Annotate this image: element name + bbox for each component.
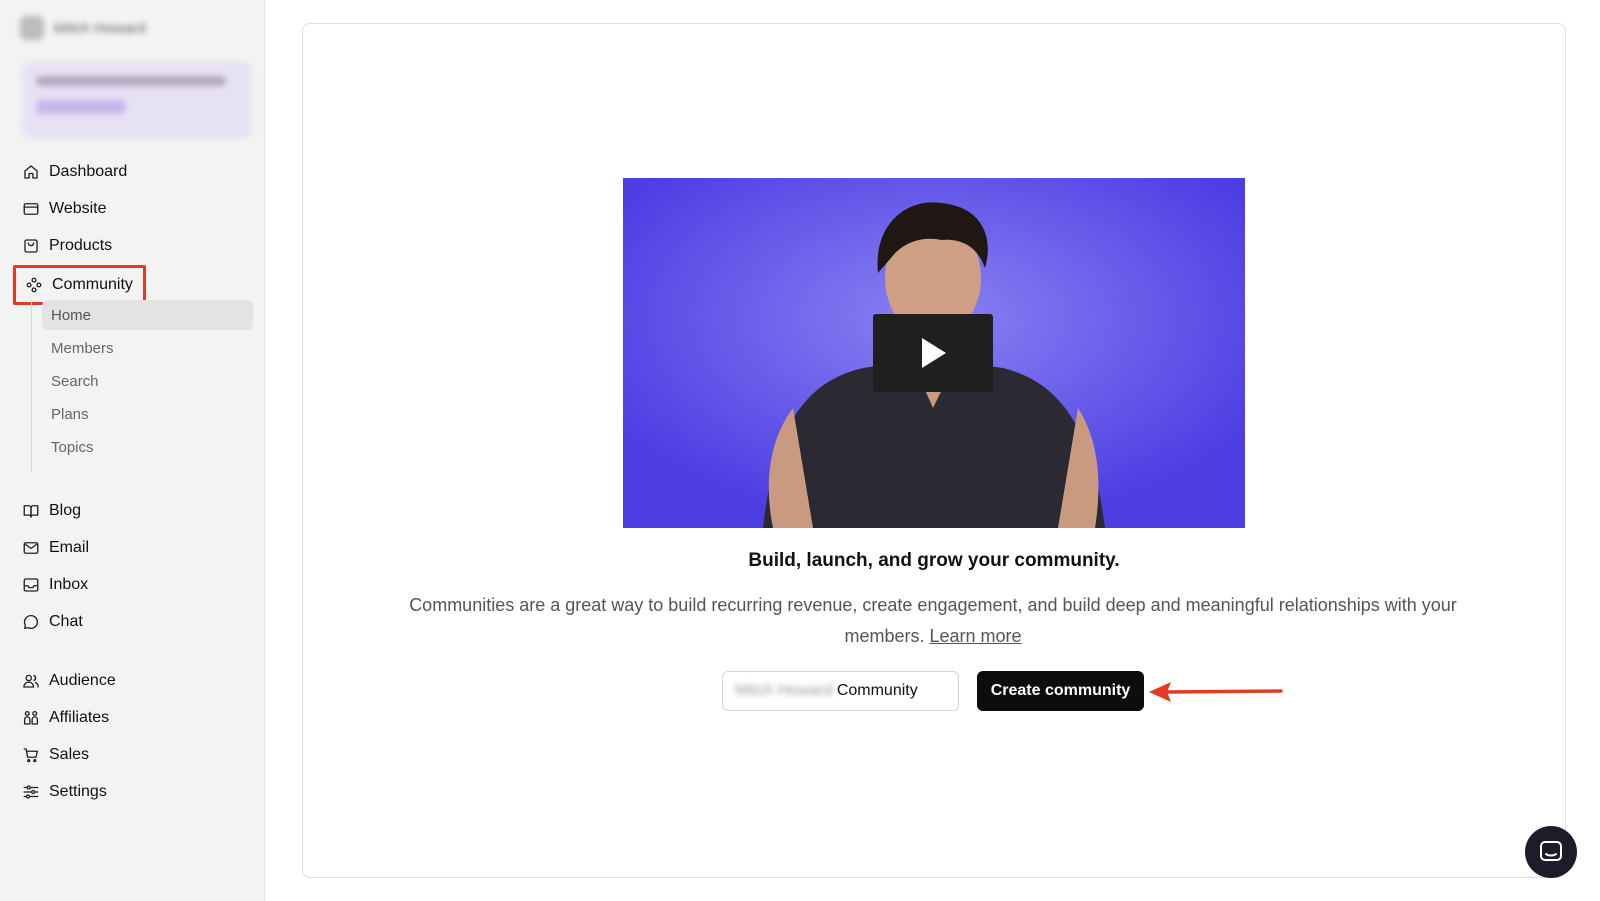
red-arrow-annotation: [1149, 682, 1283, 702]
subnav-item-home[interactable]: Home: [42, 300, 253, 330]
sidebar-item-label: Products: [49, 237, 113, 254]
community-name-prefix: Mitch Howard: [735, 682, 833, 699]
sidebar-item-label: Audience: [49, 672, 116, 689]
community-subnav: Home Members Search Plans Topics: [31, 300, 254, 472]
avatar: [20, 16, 44, 40]
community-icon: [26, 277, 42, 293]
sidebar-item-settings[interactable]: Settings: [22, 777, 107, 807]
sidebar-item-website[interactable]: Website: [22, 194, 107, 224]
sidebar-item-label: Affiliates: [49, 709, 110, 726]
sidebar-item-label: Settings: [49, 783, 107, 800]
support-chat-button[interactable]: [1525, 826, 1577, 878]
account-switcher[interactable]: Mitch Howard: [20, 14, 190, 42]
learn-more-link[interactable]: Learn more: [929, 626, 1021, 646]
sidebar-item-products[interactable]: Products: [22, 231, 112, 261]
sidebar-item-label: Dashboard: [49, 163, 128, 180]
sliders-icon: [23, 785, 39, 799]
sidebar-item-label: Blog: [49, 502, 82, 519]
trial-banner-text: [36, 76, 226, 86]
subnav-item-search[interactable]: Search: [42, 366, 253, 396]
sidebar-item-blog[interactable]: Blog: [22, 496, 81, 526]
page-heading: Build, launch, and grow your community.: [748, 550, 1120, 571]
users-icon: [23, 674, 39, 688]
chat-icon: [23, 614, 39, 630]
website-icon: [23, 203, 39, 215]
account-name: Mitch Howard: [54, 19, 146, 37]
sidebar-item-label: Community: [52, 276, 133, 293]
sidebar-item-label: Chat: [49, 613, 83, 630]
book-icon: [23, 505, 39, 518]
bag-icon: [24, 239, 38, 253]
subnav-item-members[interactable]: Members: [42, 333, 253, 363]
home-icon: [24, 165, 38, 179]
affiliates-icon: [23, 710, 39, 725]
sidebar-item-affiliates[interactable]: Affiliates: [22, 703, 109, 733]
sidebar-item-label: Sales: [49, 746, 90, 763]
create-community-button[interactable]: Create community: [977, 671, 1144, 711]
subnav-item-plans[interactable]: Plans: [42, 399, 253, 429]
sidebar-item-sales[interactable]: Sales: [22, 740, 89, 770]
trial-banner[interactable]: [22, 62, 252, 138]
sidebar-item-chat[interactable]: Chat: [22, 607, 83, 637]
inbox-icon: [23, 578, 39, 592]
community-name-input[interactable]: Mitch Howard Community: [722, 671, 959, 711]
sidebar-item-community[interactable]: Community: [13, 265, 146, 305]
page-description: Communities are a great way to build rec…: [408, 590, 1458, 652]
sidebar: Mitch Howard Dashboard Website Products …: [0, 0, 265, 901]
play-button[interactable]: [873, 314, 993, 392]
sidebar-item-dashboard[interactable]: Dashboard: [22, 157, 127, 187]
sidebar-item-inbox[interactable]: Inbox: [22, 570, 88, 600]
sidebar-item-audience[interactable]: Audience: [22, 666, 116, 696]
mail-icon: [23, 542, 39, 554]
community-name-value: Community: [836, 682, 918, 699]
sidebar-item-email[interactable]: Email: [22, 533, 89, 563]
trial-banner-cta: [36, 100, 126, 114]
cart-icon: [23, 748, 39, 763]
sidebar-item-label: Website: [49, 200, 107, 217]
play-icon: [922, 338, 946, 368]
subnav-item-topics[interactable]: Topics: [42, 432, 253, 462]
sidebar-item-label: Email: [49, 539, 90, 556]
sidebar-item-label: Inbox: [49, 576, 89, 593]
chat-bubble-icon: [1540, 841, 1562, 861]
